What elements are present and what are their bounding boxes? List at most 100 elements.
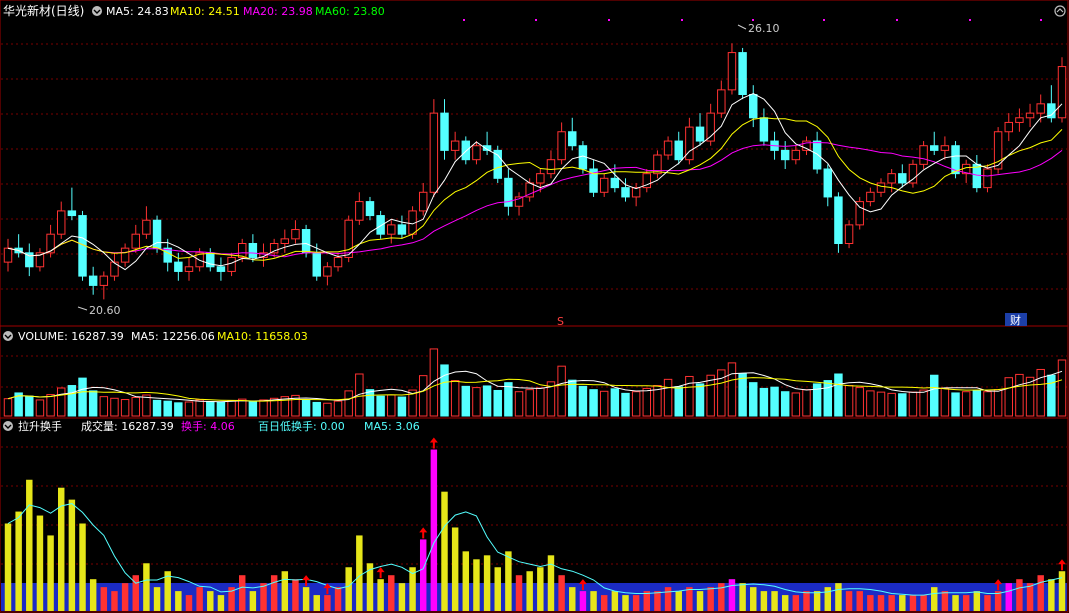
turnover-bar xyxy=(462,551,470,611)
settings-icon[interactable] xyxy=(3,331,13,341)
volume-bar xyxy=(568,379,577,417)
candle-body xyxy=(717,89,726,114)
volume-bar xyxy=(333,400,343,417)
volume-bar xyxy=(461,385,471,417)
candle-body xyxy=(983,168,992,189)
top-marker-dot xyxy=(535,19,537,21)
turnover-bar xyxy=(4,523,12,611)
volume-bar xyxy=(184,401,194,417)
turnover-bar xyxy=(707,587,714,611)
candle-body xyxy=(184,266,194,272)
volume-bar xyxy=(589,389,598,417)
candle-body xyxy=(461,140,471,161)
candle-body xyxy=(972,163,982,189)
candle-body xyxy=(418,191,428,212)
turnover-bar xyxy=(664,587,672,611)
turnover-bar xyxy=(451,527,459,611)
volume-bar xyxy=(898,393,907,417)
volume-bar xyxy=(493,389,502,417)
turnover-bar xyxy=(377,579,384,611)
candle-body xyxy=(323,266,332,277)
turnover-rate: 换手: 4.06 xyxy=(181,419,235,433)
candle-body xyxy=(727,52,737,91)
turnover-bar xyxy=(185,595,193,611)
turnover-bar xyxy=(260,583,267,611)
volume-bar xyxy=(578,385,588,417)
volume-bar xyxy=(876,391,886,417)
candle-body xyxy=(823,168,833,198)
turnover-bar xyxy=(931,587,938,611)
candle-body xyxy=(472,145,481,161)
turnover-bar xyxy=(175,591,182,611)
volume-bar xyxy=(631,391,641,417)
top-marker-dot xyxy=(969,19,971,21)
turnover-bar xyxy=(792,595,800,611)
candle-body xyxy=(791,149,801,161)
candle-body xyxy=(876,182,886,193)
candle-body xyxy=(568,131,577,147)
volume-bar xyxy=(695,383,705,417)
event-cai-label: 财 xyxy=(1010,313,1021,327)
turnover-bar xyxy=(632,595,640,611)
collapse-icon[interactable] xyxy=(1054,5,1066,17)
candle-body xyxy=(887,173,896,184)
stock-chart[interactable]: 华光新材(日线) MA5: 24.83 MA10: 24.51 MA20: 23… xyxy=(0,0,1069,613)
turnover-bar xyxy=(803,591,810,611)
volume-bar xyxy=(1036,368,1045,417)
volume-bar xyxy=(227,400,236,417)
settings-icon[interactable] xyxy=(3,421,13,431)
volume-ma10: MA10: 11658.03 xyxy=(217,330,308,343)
volume-bar xyxy=(759,387,769,417)
volume-bar xyxy=(3,398,13,417)
candle-body xyxy=(812,140,822,170)
turnover-bar xyxy=(281,571,289,611)
candle-body xyxy=(355,201,364,221)
turnover-bar xyxy=(388,575,395,611)
turnover-ma5: MA5: 3.06 xyxy=(364,420,420,433)
candle-body xyxy=(780,149,790,161)
candle-body xyxy=(301,229,311,254)
turnover-bar xyxy=(590,591,597,611)
turnover-bar xyxy=(430,449,438,611)
volume-bar xyxy=(450,380,460,417)
turnover-bar xyxy=(505,551,512,611)
candle-body xyxy=(397,224,407,235)
turnover-blue-band xyxy=(1,583,1067,611)
candle-body xyxy=(1015,117,1024,123)
volume-bar xyxy=(642,387,652,417)
candle-body xyxy=(663,140,673,156)
volume-bar xyxy=(993,389,1003,417)
turnover-header: 拉升换手 成交量: 16287.39 换手: 4.06 百日低换手: 0.00 … xyxy=(3,419,420,433)
volume-bar xyxy=(110,397,119,417)
legend-ma60: MA60: 23.80 xyxy=(315,5,385,18)
volume-bar xyxy=(387,394,396,417)
candle-body xyxy=(749,94,758,119)
volume-bar xyxy=(120,399,130,417)
volume-bar xyxy=(599,390,609,417)
volume-bar xyxy=(131,396,140,417)
volume-bar xyxy=(1047,374,1056,417)
turnover-bar xyxy=(600,595,608,611)
price-title: 华光新材(日线) xyxy=(3,3,84,18)
turnover-bar xyxy=(579,591,587,611)
candle-body xyxy=(599,177,609,193)
turnover-bar xyxy=(984,595,991,611)
turnover-bar xyxy=(994,591,1002,611)
candle-body xyxy=(1004,121,1013,133)
volume-bar xyxy=(1057,359,1067,417)
top-marker-dot xyxy=(896,19,898,21)
turnover-bar xyxy=(973,591,981,611)
settings-icon[interactable] xyxy=(92,6,102,16)
candle-body xyxy=(908,163,918,184)
turnover-bar xyxy=(877,595,885,611)
top-marker-dot xyxy=(752,19,754,21)
turnover-bar xyxy=(217,595,225,611)
volume-bar xyxy=(216,401,226,417)
turnover-bar xyxy=(302,587,310,611)
candle-body xyxy=(57,210,66,235)
turnover-bar xyxy=(739,583,746,611)
candle-body xyxy=(557,131,566,161)
turnover-bar xyxy=(100,587,108,611)
turnover-bar xyxy=(760,591,768,611)
candle-body xyxy=(291,229,300,240)
